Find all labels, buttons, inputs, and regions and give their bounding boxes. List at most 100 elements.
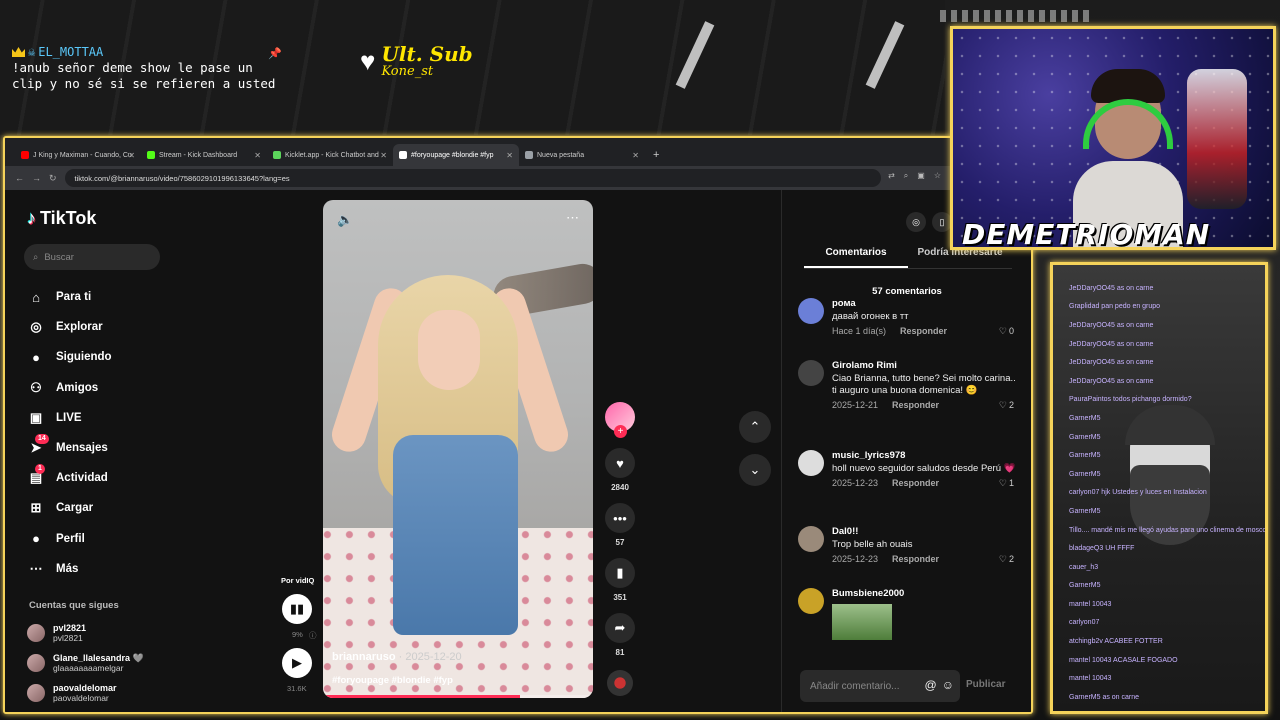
following-account[interactable]: paovaldelomar paovaldelomar [27,678,144,708]
chat-row: mantel 10043 [1069,675,1112,683]
heart-outline-icon: ♡ [998,554,1007,564]
comment-author[interactable]: Bumsbiene2000 [832,588,1018,599]
sidebar-item-cargar[interactable]: ⊞ Cargar [27,493,112,523]
chat-row: JeDDaryOO45 as on carne [1069,284,1154,292]
comment-author[interactable]: Dal0!! [832,526,1018,537]
gaming-chair [1187,69,1247,209]
comment-author[interactable]: music_lyrics978 [832,450,1018,461]
forward-icon[interactable]: → [32,173,41,183]
comment-input[interactable]: Añadir comentario... @ ☺ [800,670,960,702]
comment-like-button[interactable]: ♡ 0 [999,326,1014,337]
browser-tab[interactable]: Kicklet.app - Kick Chatbot and ✕ [267,144,393,166]
close-icon[interactable]: ✕ [506,151,513,160]
avatar[interactable] [798,450,824,476]
follow-plus-icon[interactable]: + [614,425,627,438]
new-tab-button[interactable]: + [645,149,667,166]
back-icon[interactable]: ← [15,173,24,183]
play-button[interactable]: ▶ [282,648,312,678]
sidebar-item-explorar[interactable]: ◎ Explorar [27,312,112,342]
avatar[interactable] [798,526,824,552]
browser-tab[interactable]: Stream - Kick Dashboard ✕ [141,144,267,166]
emoji-icon[interactable]: ☺ [942,678,954,692]
video-actions: + ♥ 2840 ••• 57 ▮ 351 ➦ 81 [602,402,638,696]
close-icon[interactable]: ✕ [254,151,261,160]
translate-icon[interactable]: ⇄ [888,171,895,181]
blue-top [393,435,518,635]
webcam-frame: DEMETRIOMAN [940,10,1280,251]
comment-like-button[interactable]: ♡ 1 [999,478,1014,489]
vidiq-percent: 9% [292,630,303,639]
chat-row: GarnerM5 [1069,433,1101,441]
vidiq-label: Por vidIQ [281,576,315,585]
reply-button[interactable]: Responder [892,400,939,410]
following-account[interactable]: pvl2821 pvl2821 [27,618,144,648]
tab-comments[interactable]: Comentarios [804,242,908,268]
sidebar-item-live[interactable]: ▣ LIVE [27,403,112,433]
home-icon: ⌂ [32,289,40,305]
reply-button[interactable]: Responder [900,326,947,336]
comment-author[interactable]: рома [832,298,1018,309]
address-bar: ← → ↻ tiktok.com/@briannaruso/video/7586… [5,166,1031,190]
sidebar-item-amigos[interactable]: ⚇ Amigos [27,373,112,403]
video-hashtags[interactable]: #foryoupage #blondie #fyp [332,675,453,686]
info-icon: ⓘ [309,631,317,640]
url-input[interactable]: tiktok.com/@briannaruso/video/7586029101… [64,169,881,187]
sidebar-item-más[interactable]: ⋯ Más [27,554,112,584]
compass-icon[interactable]: ◎ [906,212,926,232]
following-account[interactable]: Glane_llalesandra 🩶 glaaaaaaaamelgar [27,648,144,678]
chat-row: Tillo.... mandé mis me llegó ayudas para… [1069,526,1265,534]
comment-like-button[interactable]: ♡ 2 [999,554,1014,565]
vidiq-stats-button[interactable]: ▮▮ [282,594,312,624]
comment-like-button[interactable]: ♡ 2 [999,400,1014,411]
save-count: 351 [613,593,627,602]
browser-tab[interactable]: #foryoupage #blondie #fyp ✕ [393,144,519,166]
zoom-icon[interactable]: ⌕ [904,171,908,181]
reply-button[interactable]: Responder [892,478,939,488]
sidebar-item-perfil[interactable]: ● Perfil [27,524,112,554]
search-input[interactable]: ⌕ Buscar [24,244,160,270]
sidebar-item-mensajes[interactable]: ➤ 14 Mensajes [27,433,112,463]
volume-icon[interactable]: 🔈 [337,212,353,228]
sidebar-item-siguiendo[interactable]: ● Siguiendo [27,342,112,372]
tiktok-logo[interactable]: ♪ TikTok [27,208,96,229]
comment-meta: 2025-12-21 Responder ♡ 2 [832,400,1014,411]
close-icon[interactable]: ✕ [128,151,135,160]
author-avatar[interactable]: + [605,402,635,438]
publish-button[interactable]: Publicar [966,679,1005,690]
comment-author[interactable]: Girolamo Rimi [832,360,1018,371]
avatar[interactable] [798,588,824,614]
music-disc-icon[interactable] [607,670,633,696]
avatar[interactable] [798,298,824,324]
avatar[interactable] [798,360,824,386]
notification-badge: 1 [35,464,45,475]
share-icon: ➦ [614,620,626,635]
sidebar-item-parati[interactable]: ⌂ Para ti [27,282,112,312]
like-button[interactable]: ♥ [605,448,635,478]
close-icon[interactable]: ✕ [380,151,387,160]
save-button[interactable]: ▮ [605,558,635,588]
chat-row: JeDDaryOO45 as on carne [1069,321,1154,329]
share-button[interactable]: ➦ [605,613,635,643]
chat-row: bladageQ3 UH FFFF [1069,545,1135,553]
sidebar-item-actividad[interactable]: ▤ 1 Actividad [27,463,112,493]
video-progress[interactable] [323,695,593,698]
comment-button[interactable]: ••• [605,503,635,533]
mention-icon[interactable]: @ [925,678,937,692]
close-icon[interactable]: ✕ [632,151,639,160]
browser-tab[interactable]: J King y Maximan - Cuando, Cu ✕ [15,144,141,166]
more-options-icon[interactable]: ⋯ [566,210,579,226]
live-icon: ▣ [29,409,43,425]
previous-video-button[interactable]: ⌃ [739,411,771,443]
comment-item: Dal0!! Trop belle ah ouais 2025-12-23 Respo… [798,526,1018,564]
reload-icon[interactable]: ↻ [49,173,57,184]
last-sub-title: Ult. Sub [381,42,473,66]
tab-favicon-icon [21,151,29,159]
decorative-dots [940,10,1090,22]
video-author[interactable]: briannaruso · 2025-12-20 [332,651,462,663]
chat-row: GarnerM5 [1069,507,1101,515]
next-video-button[interactable]: ⌄ [739,454,771,486]
video-player[interactable]: 🔈 ⋯ briannaruso · 2025-12-20 #foryoupage… [323,200,593,698]
reply-button[interactable]: Responder [892,554,939,564]
cast-icon[interactable]: ▣ [917,171,925,181]
browser-tab[interactable]: Nueva pestaña ✕ [519,144,645,166]
